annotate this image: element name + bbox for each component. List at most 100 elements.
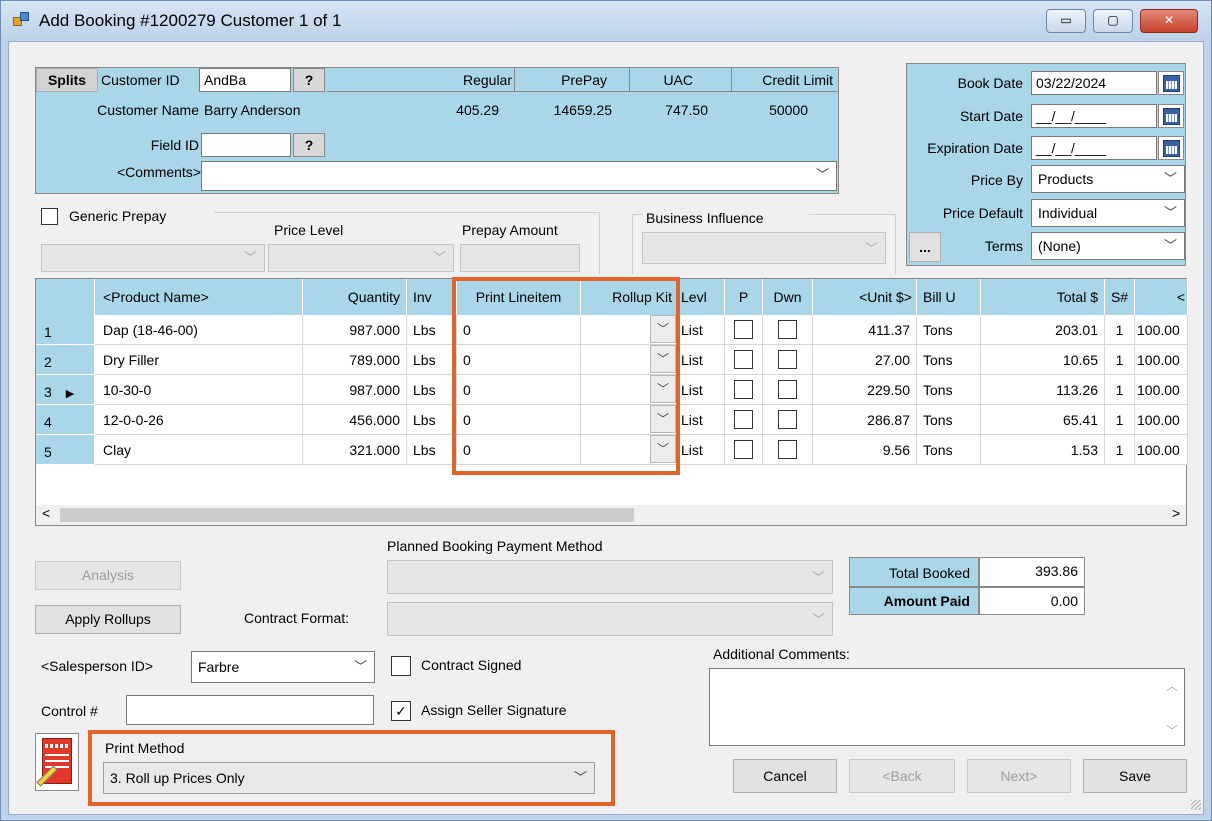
col-header-inv[interactable]: Inv	[407, 279, 457, 315]
cell-total[interactable]: 203.01	[981, 315, 1105, 345]
comments-label[interactable]: <Comments>	[39, 164, 201, 180]
start-date-calendar-icon[interactable]	[1158, 104, 1184, 128]
dwn-checkbox[interactable]	[778, 320, 797, 339]
cell-dwn[interactable]	[763, 375, 813, 405]
cancel-button[interactable]: Cancel	[733, 759, 837, 793]
analysis-button[interactable]: Analysis	[35, 561, 181, 590]
maximize-button[interactable]: ▢	[1093, 9, 1133, 33]
cell-product[interactable]: 12-0-0-26	[95, 405, 303, 435]
book-date-input[interactable]: 03/22/2024	[1031, 71, 1157, 95]
dwn-checkbox[interactable]	[778, 350, 797, 369]
cell-quantity[interactable]: 987.000	[303, 375, 407, 405]
cell-more[interactable]: 100.00	[1135, 345, 1188, 375]
resize-grip[interactable]	[1191, 800, 1201, 810]
cell-total[interactable]: 1.53	[981, 435, 1105, 465]
contract-signed-checkbox[interactable]	[391, 656, 411, 676]
minimize-button[interactable]: ▭	[1046, 9, 1086, 33]
row-header[interactable]: 4	[36, 405, 94, 435]
cell-inv[interactable]: Lbs	[407, 375, 457, 405]
salesperson-select[interactable]: Farbre ﹀	[191, 651, 375, 683]
col-header-product[interactable]: <Product Name>	[95, 279, 303, 315]
dwn-checkbox[interactable]	[778, 410, 797, 429]
p-checkbox[interactable]	[734, 410, 753, 429]
cell-product[interactable]: Clay	[95, 435, 303, 465]
contract-format-select[interactable]: ﹀	[387, 602, 833, 636]
cell-s-num[interactable]: 1	[1105, 375, 1135, 405]
cell-product[interactable]: Dry Filler	[95, 345, 303, 375]
cell-bill-u[interactable]: Tons	[917, 375, 981, 405]
row-header[interactable]: 5	[36, 435, 94, 465]
expiration-date-calendar-icon[interactable]	[1158, 136, 1184, 160]
cell-product[interactable]: Dap (18-46-00)	[95, 315, 303, 345]
p-checkbox[interactable]	[734, 380, 753, 399]
customer-id-input[interactable]: AndBa	[199, 68, 291, 92]
scroll-left-icon[interactable]: <	[42, 505, 50, 521]
prepay-amount-input[interactable]	[460, 244, 580, 272]
scroll-thumb[interactable]	[60, 508, 634, 522]
cell-more[interactable]: 100.00	[1135, 435, 1188, 465]
cell-bill-u[interactable]: Tons	[917, 345, 981, 375]
cell-p[interactable]	[725, 345, 763, 375]
col-header-quantity[interactable]: Quantity	[303, 279, 407, 315]
col-header-unit-price[interactable]: <Unit $>	[813, 279, 917, 315]
p-checkbox[interactable]	[734, 320, 753, 339]
cell-s-num[interactable]: 1	[1105, 345, 1135, 375]
cell-more[interactable]: 100.00	[1135, 405, 1188, 435]
cell-dwn[interactable]	[763, 405, 813, 435]
cell-quantity[interactable]: 987.000	[303, 315, 407, 345]
cell-p[interactable]	[725, 405, 763, 435]
row-header[interactable]: 3 ▶	[36, 375, 94, 405]
cell-p[interactable]	[725, 375, 763, 405]
close-button[interactable]: ✕	[1140, 9, 1198, 33]
col-header-bill-u[interactable]: Bill U	[917, 279, 981, 315]
col-header-s-num[interactable]: S#	[1105, 279, 1135, 315]
cell-p[interactable]	[725, 435, 763, 465]
cell-inv[interactable]: Lbs	[407, 345, 457, 375]
dwn-checkbox[interactable]	[778, 380, 797, 399]
cell-unit-price[interactable]: 411.37	[813, 315, 917, 345]
p-checkbox[interactable]	[734, 350, 753, 369]
salesperson-label[interactable]: <Salesperson ID>	[41, 658, 153, 674]
cell-inv[interactable]: Lbs	[407, 435, 457, 465]
assign-seller-checkbox[interactable]: ✓	[391, 701, 411, 721]
cell-inv[interactable]: Lbs	[407, 405, 457, 435]
next-button[interactable]: Next>	[967, 759, 1071, 793]
col-header-total[interactable]: Total $	[981, 279, 1105, 315]
p-checkbox[interactable]	[734, 440, 753, 459]
splits-button[interactable]: Splits	[36, 68, 98, 92]
cell-levl[interactable]: List	[677, 435, 725, 465]
planned-payment-select[interactable]: ﹀	[387, 560, 833, 594]
customer-lookup-button[interactable]: ?	[293, 68, 325, 92]
print-method-select[interactable]: 3. Roll up Prices Only ﹀	[103, 762, 595, 794]
horizontal-scrollbar[interactable]: < >	[36, 505, 1186, 525]
scroll-down-icon[interactable]: ﹀	[1166, 722, 1178, 739]
cell-levl[interactable]: List	[677, 375, 725, 405]
cell-unit-price[interactable]: 27.00	[813, 345, 917, 375]
cell-total[interactable]: 10.65	[981, 345, 1105, 375]
apply-rollups-button[interactable]: Apply Rollups	[35, 605, 181, 634]
field-lookup-button[interactable]: ?	[293, 133, 325, 157]
col-header-more[interactable]: <	[1135, 279, 1188, 315]
price-by-select[interactable]: Products ﹀	[1031, 165, 1185, 193]
cell-more[interactable]: 100.00	[1135, 375, 1188, 405]
col-header-levl[interactable]: Levl	[677, 279, 725, 315]
col-header-dwn[interactable]: Dwn	[763, 279, 813, 315]
additional-comments-textarea[interactable]: ︿ ﹀	[709, 668, 1185, 746]
save-button[interactable]: Save	[1083, 759, 1187, 793]
cell-unit-price[interactable]: 9.56	[813, 435, 917, 465]
generic-prepay-checkbox[interactable]	[41, 208, 58, 225]
comments-combo[interactable]: ﹀	[201, 161, 837, 191]
prepay-select[interactable]: ﹀	[41, 244, 265, 272]
cell-inv[interactable]: Lbs	[407, 315, 457, 345]
cell-unit-price[interactable]: 286.87	[813, 405, 917, 435]
cell-quantity[interactable]: 789.000	[303, 345, 407, 375]
cell-dwn[interactable]	[763, 345, 813, 375]
cell-levl[interactable]: List	[677, 405, 725, 435]
row-header[interactable]: 1	[36, 315, 94, 345]
dwn-checkbox[interactable]	[778, 440, 797, 459]
terms-select[interactable]: (None) ﹀	[1031, 232, 1185, 260]
scroll-right-icon[interactable]: >	[1172, 505, 1180, 521]
print-contract-icon[interactable]	[35, 733, 79, 791]
col-header-p[interactable]: P	[725, 279, 763, 315]
price-level-select[interactable]: ﹀	[268, 244, 454, 272]
